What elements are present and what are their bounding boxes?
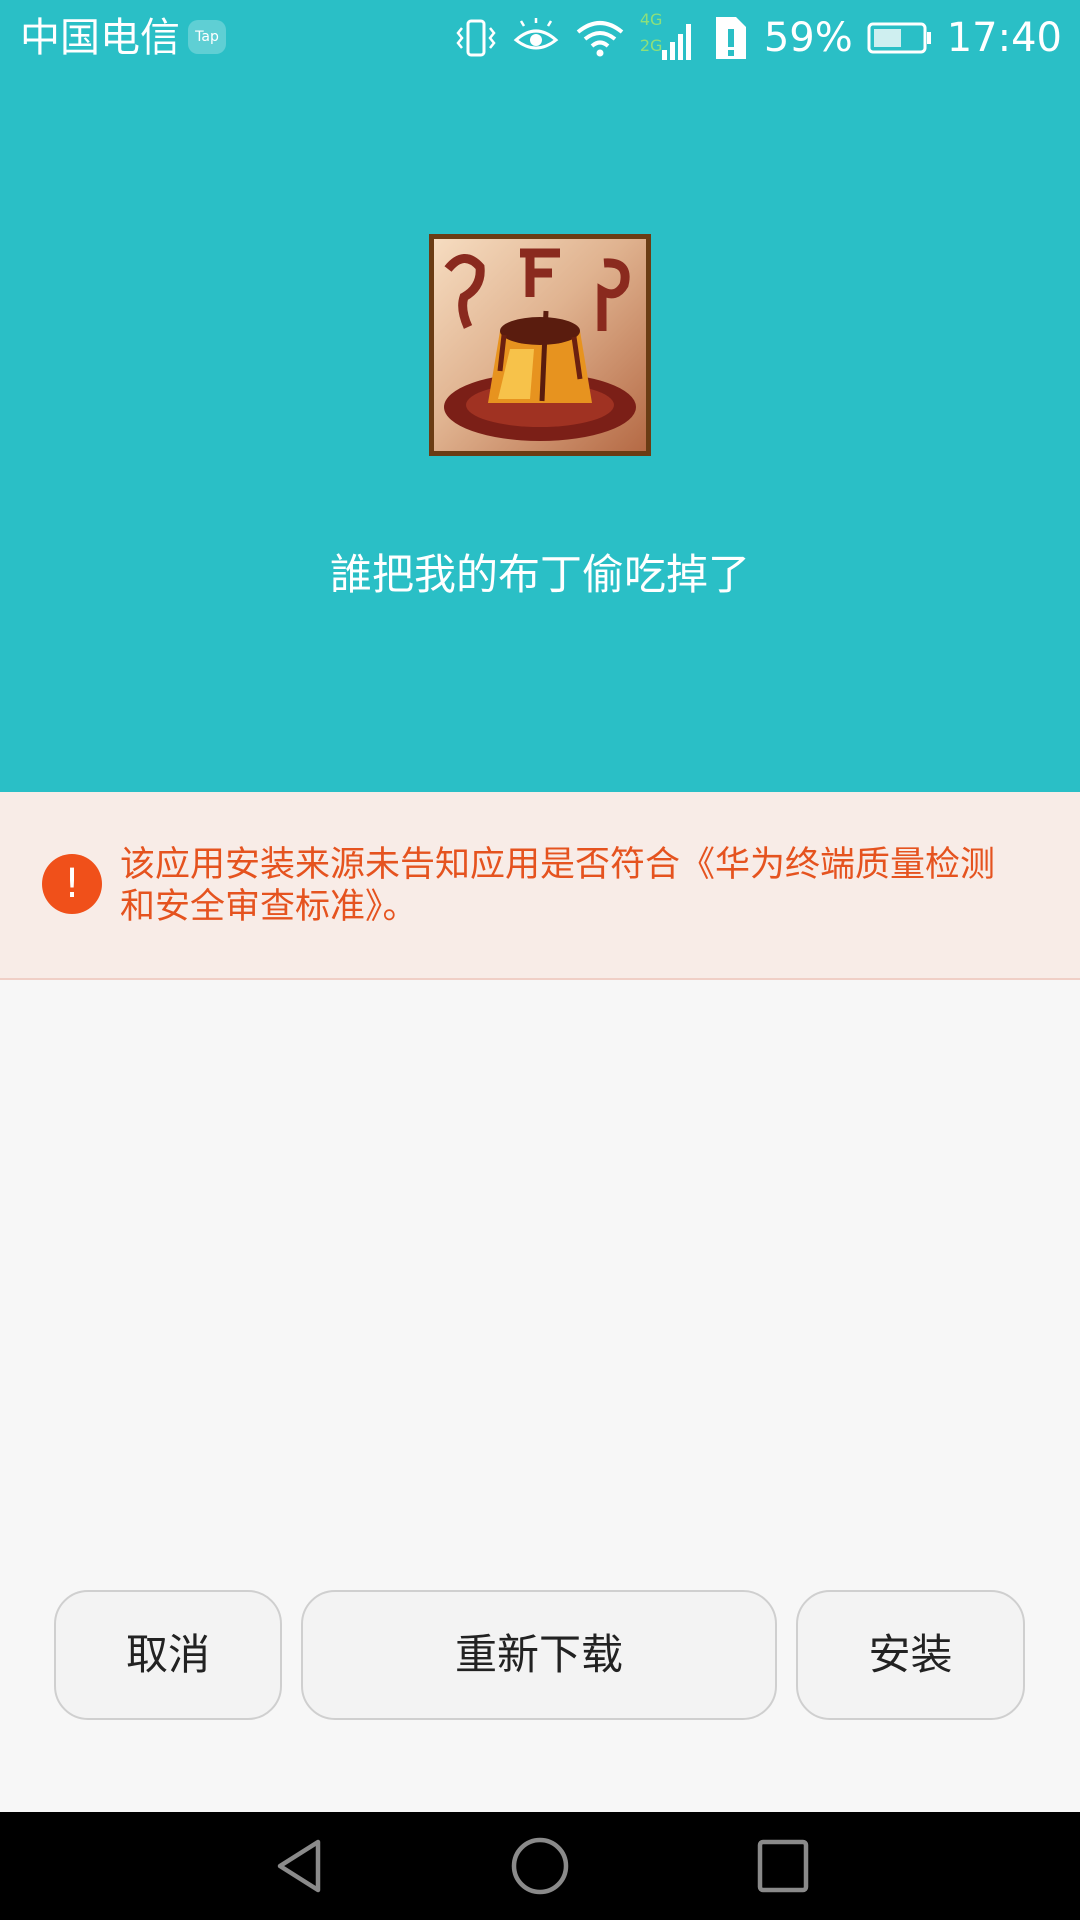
eye-comfort-icon [513, 18, 559, 50]
sim-alert-icon [715, 17, 746, 59]
battery-percent: 59% [763, 15, 853, 61]
battery-icon [867, 22, 931, 54]
back-icon[interactable] [270, 1836, 330, 1896]
status-icons: 4G 2G 59% 17:40 [454, 10, 1062, 66]
security-warning-text: 该应用安装来源未告知应用是否符合《华为终端质量检测和安全审查标准》。 [120, 845, 996, 927]
install-button[interactable]: 安装 [796, 1590, 1025, 1720]
redownload-button[interactable]: 重新下载 [301, 1590, 777, 1720]
vibrate-icon [456, 19, 496, 57]
home-icon[interactable] [508, 1836, 572, 1896]
recents-icon[interactable] [752, 1836, 812, 1896]
clock: 17:40 [946, 15, 1062, 61]
exclamation-icon: ! [42, 854, 102, 914]
pudding-app-icon [429, 234, 651, 456]
navigation-bar [0, 1812, 1080, 1920]
app-header: 中国电信 Tap 4G 2G 59% 17:40 誰把我的布丁偷吃掉了 [0, 0, 1080, 792]
tap-notification-icon: Tap [188, 20, 226, 54]
wifi-icon [576, 21, 624, 57]
cellular-signal-icon: 4G 2G [640, 12, 696, 64]
carrier-label: 中国电信 [20, 15, 180, 61]
app-name: 誰把我的布丁偷吃掉了 [329, 550, 750, 599]
screen: 中国电信 Tap 4G 2G 59% 17:40 誰把我的布丁偷吃掉了 ! 该应… [0, 0, 1080, 1920]
cancel-button[interactable]: 取消 [54, 1590, 282, 1720]
status-bar: 中国电信 Tap 4G 2G 59% 17:40 [0, 0, 1080, 76]
